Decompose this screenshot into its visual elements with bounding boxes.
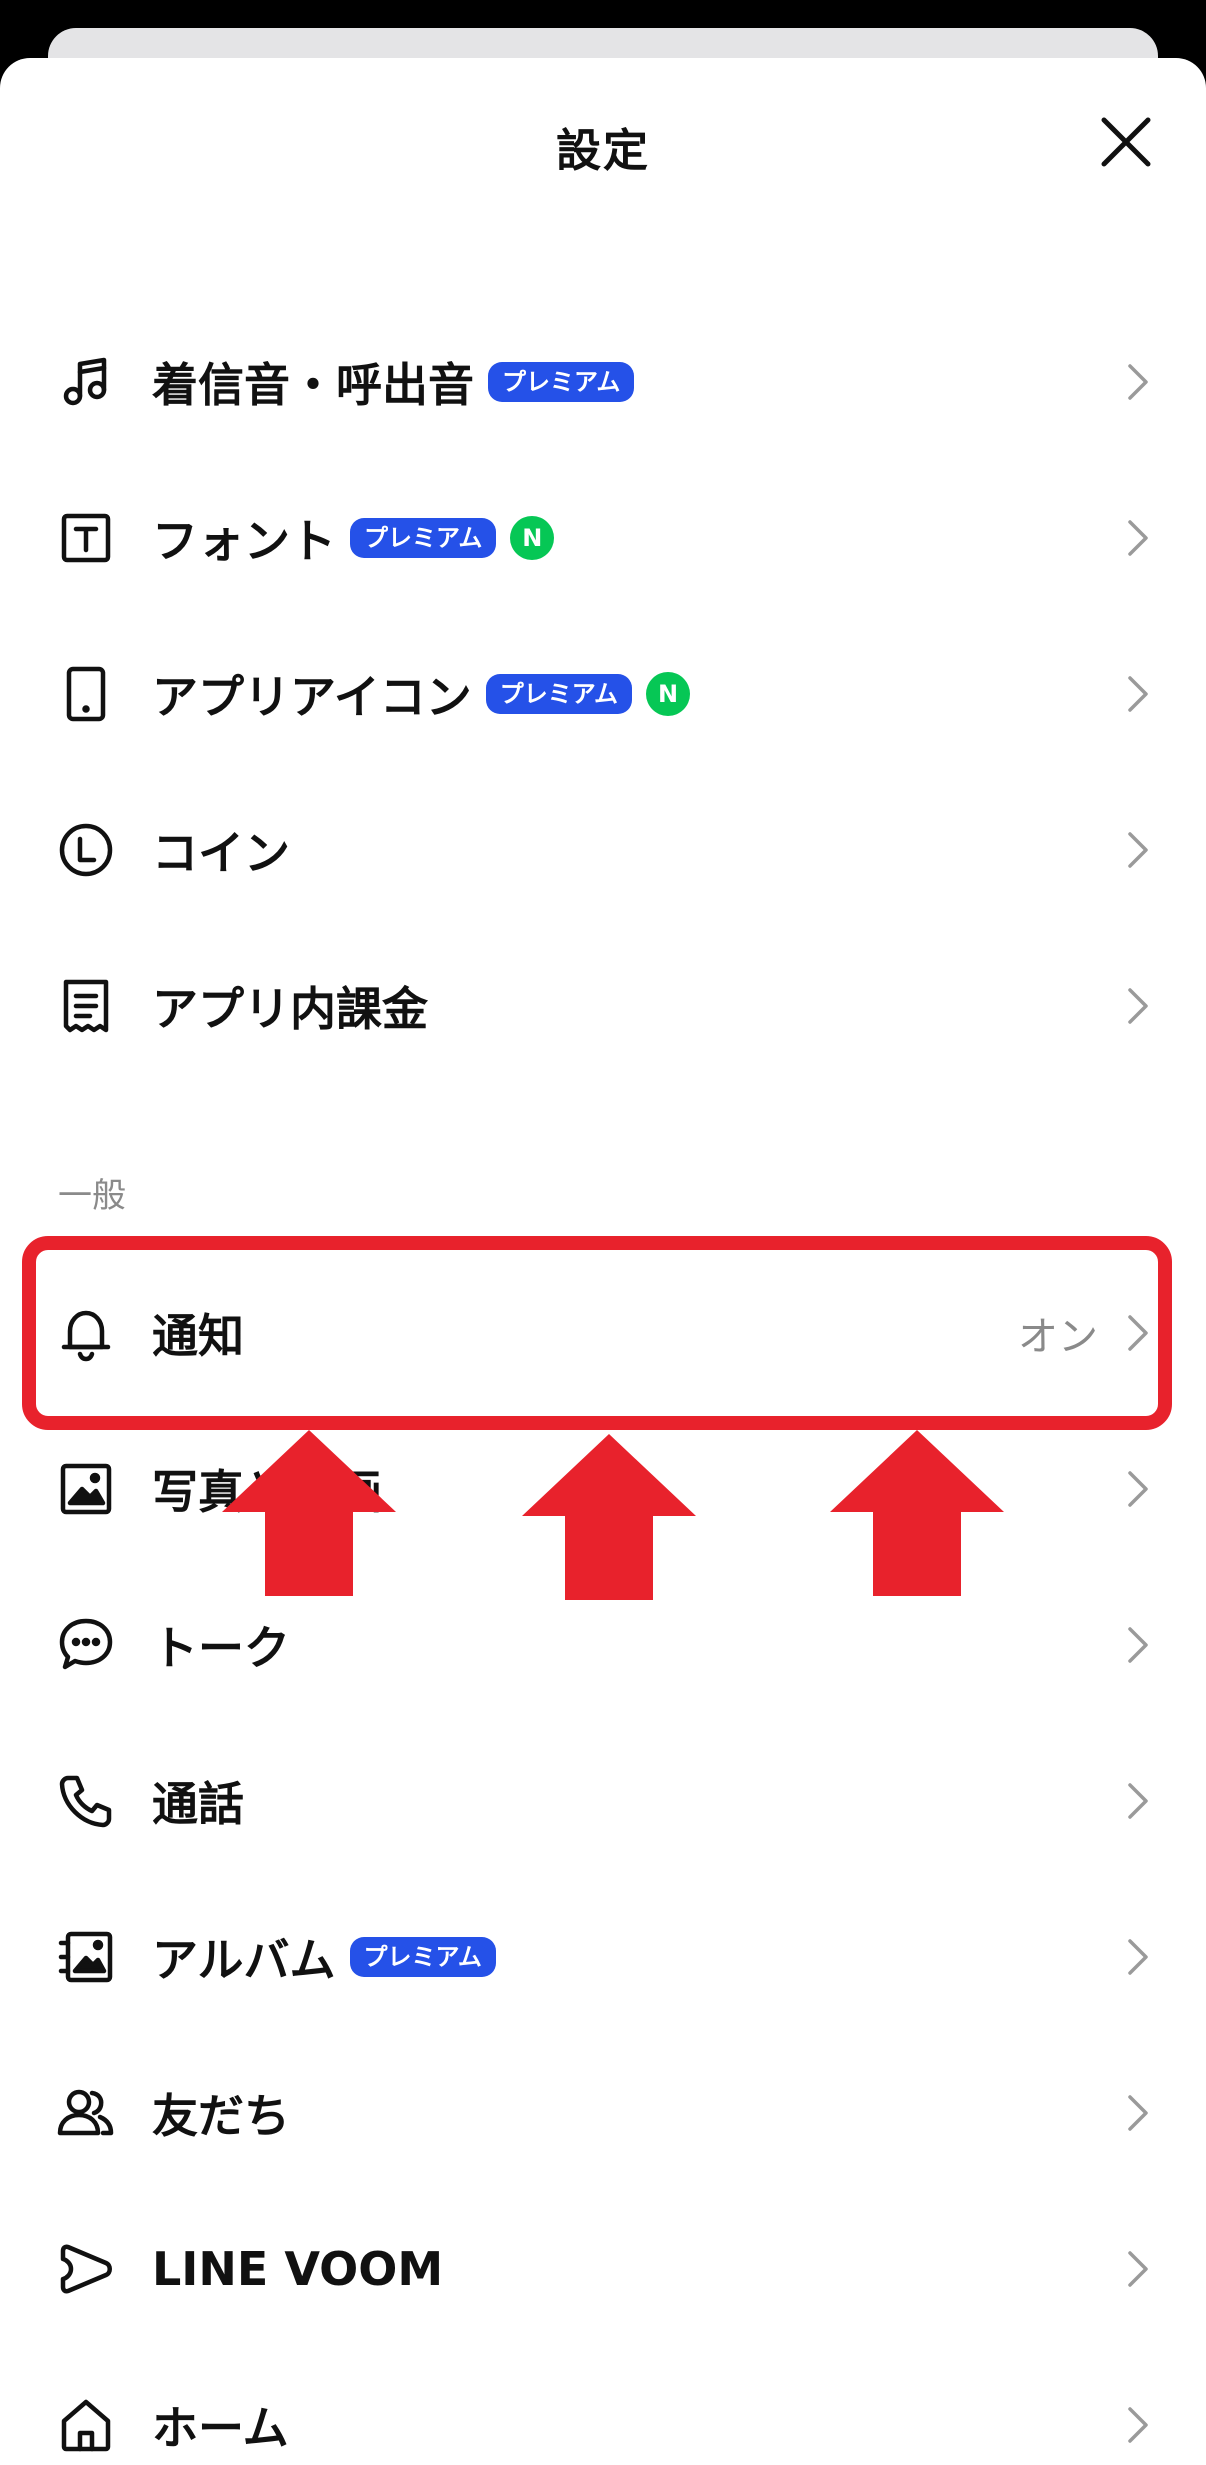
album-icon bbox=[56, 1927, 116, 1987]
settings-item-line-voom[interactable]: LINE VOOM bbox=[0, 2191, 1206, 2347]
settings-item-label: 友だち bbox=[152, 2089, 290, 2143]
notification-status-value: オン bbox=[1018, 1314, 1098, 1360]
bell-icon bbox=[56, 1303, 116, 1363]
chevron-right-icon bbox=[1126, 518, 1150, 558]
chevron-right-icon bbox=[1126, 830, 1150, 870]
music-note-icon bbox=[56, 352, 116, 412]
chevron-right-icon bbox=[1126, 1781, 1150, 1821]
settings-item-label: ホーム bbox=[152, 2401, 289, 2455]
settings-item-app-icon[interactable]: アプリアイコン プレミアム N bbox=[0, 616, 1206, 772]
premium-badge: プレミアム bbox=[350, 518, 497, 558]
photo-icon bbox=[56, 1459, 116, 1519]
chevron-right-icon bbox=[1126, 1469, 1150, 1509]
settings-item-friends[interactable]: 友だち bbox=[0, 2035, 1206, 2191]
settings-item-home[interactable]: ホーム bbox=[0, 2347, 1206, 2465]
phone-device-icon bbox=[56, 664, 116, 724]
chevron-right-icon bbox=[1126, 1625, 1150, 1665]
settings-item-label: アプリアイコン bbox=[152, 670, 472, 724]
settings-item-label: トーク bbox=[152, 1621, 290, 1675]
settings-item-label: アプリ内課金 bbox=[152, 982, 428, 1036]
settings-item-label: フォント bbox=[152, 514, 336, 568]
receipt-icon bbox=[56, 976, 116, 1036]
settings-item-label: コイン bbox=[152, 826, 290, 880]
home-icon bbox=[56, 2395, 116, 2455]
settings-item-calls[interactable]: 通話 bbox=[0, 1723, 1206, 1879]
chevron-right-icon bbox=[1126, 986, 1150, 1026]
voom-icon bbox=[56, 2239, 116, 2299]
settings-item-font[interactable]: フォント プレミアム N bbox=[0, 460, 1206, 616]
settings-sheet: 設定 着信音・呼出音 プレミアム フォント プレミアム N アプリアイコン プレ… bbox=[0, 58, 1206, 2465]
settings-item-albums[interactable]: アルバム プレミアム bbox=[0, 1879, 1206, 2035]
close-icon bbox=[1101, 117, 1151, 167]
up-arrow-icon bbox=[222, 1430, 396, 1596]
chevron-right-icon bbox=[1126, 2249, 1150, 2289]
page-title: 設定 bbox=[555, 124, 650, 177]
premium-badge: プレミアム bbox=[488, 362, 635, 402]
settings-item-coin[interactable]: コイン bbox=[0, 772, 1206, 928]
settings-item-label: 着信音・呼出音 bbox=[152, 358, 474, 412]
close-button[interactable] bbox=[1096, 112, 1156, 172]
phone-icon bbox=[56, 1771, 116, 1831]
section-header-general: 一般 bbox=[58, 1176, 126, 1216]
chevron-right-icon bbox=[1126, 2093, 1150, 2133]
new-badge: N bbox=[646, 672, 691, 716]
new-badge: N bbox=[510, 516, 555, 560]
header: 設定 bbox=[0, 58, 1206, 228]
chevron-right-icon bbox=[1126, 674, 1150, 714]
settings-item-in-app-purchase[interactable]: アプリ内課金 bbox=[0, 928, 1206, 1084]
font-icon bbox=[56, 508, 116, 568]
coin-icon bbox=[56, 820, 116, 880]
chevron-right-icon bbox=[1126, 2405, 1150, 2445]
settings-item-label: 通知 bbox=[152, 1309, 244, 1363]
settings-item-label: アルバム bbox=[152, 1933, 336, 1987]
up-arrow-icon bbox=[522, 1434, 696, 1600]
friends-icon bbox=[56, 2083, 116, 2143]
premium-badge: プレミアム bbox=[485, 674, 633, 714]
premium-badge: プレミアム bbox=[349, 1937, 496, 1977]
chevron-right-icon bbox=[1126, 1313, 1150, 1353]
chat-bubble-icon bbox=[56, 1615, 116, 1675]
settings-item-notifications[interactable]: 通知 オン bbox=[0, 1255, 1206, 1411]
up-arrow-icon bbox=[830, 1430, 1004, 1596]
chevron-right-icon bbox=[1126, 1937, 1150, 1977]
chevron-right-icon bbox=[1126, 362, 1150, 402]
settings-item-label: 通話 bbox=[152, 1777, 244, 1831]
settings-item-label: LINE VOOM bbox=[152, 2242, 444, 2296]
settings-item-ringtone[interactable]: 着信音・呼出音 プレミアム bbox=[0, 304, 1206, 460]
